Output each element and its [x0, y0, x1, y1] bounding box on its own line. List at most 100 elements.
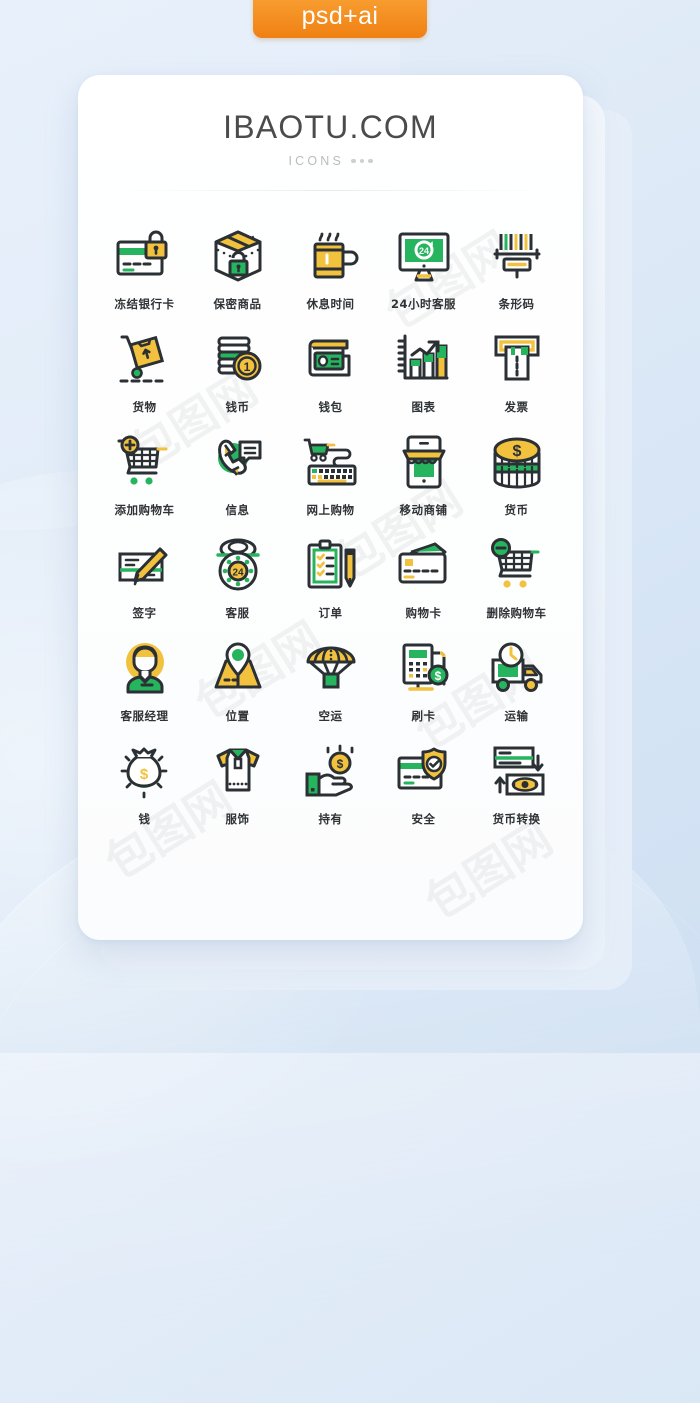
icon-cell-shopping-card[interactable]: 购物卡	[377, 534, 470, 621]
icon-cell-frozen-bank-card[interactable]: 冻结银行卡	[98, 225, 191, 312]
location-icon	[203, 637, 273, 699]
icon-cell-hold[interactable]: $ 持有	[284, 740, 377, 827]
currency-exchange-icon	[482, 740, 552, 802]
icon-label: 持有	[318, 812, 343, 826]
add-to-cart-icon	[110, 431, 180, 493]
icon-label: 货币转换	[492, 812, 541, 826]
icon-cell-currency-exchange[interactable]: 货币转换	[470, 740, 563, 827]
icon-label: 钱包	[318, 400, 343, 414]
svg-text:$: $	[336, 757, 343, 771]
hold-icon: $	[296, 740, 366, 802]
icon-cell-chart[interactable]: 图表	[377, 328, 470, 415]
card-swipe-icon: $	[389, 637, 459, 699]
psd-ai-badge: psd+ai	[253, 0, 427, 38]
card-subtitle-text: ICONS	[288, 154, 345, 168]
icon-label: 货物	[132, 400, 157, 414]
message-icon	[203, 431, 273, 493]
shopping-card-icon	[389, 534, 459, 596]
icon-cell-money[interactable]: $ 钱	[98, 740, 191, 827]
service-manager-icon	[110, 637, 180, 699]
card-header: IBAOTU.COM ICONS	[78, 75, 583, 191]
icon-grid: 冻结银行卡 保密商品 休息时间 24 24小时客服 条形码 货物 1 钱币 钱包…	[98, 225, 563, 827]
svg-text:$: $	[139, 766, 148, 783]
icon-cell-order[interactable]: 订单	[284, 534, 377, 621]
icon-cell-coins[interactable]: 1 钱币	[191, 328, 284, 415]
icon-cell-card-swipe[interactable]: $ 刷卡	[377, 637, 470, 724]
24h-service-icon: 24	[389, 225, 459, 287]
icon-cell-break-time[interactable]: 休息时间	[284, 225, 377, 312]
icon-cell-mobile-shop[interactable]: 移动商铺	[377, 431, 470, 518]
icon-cell-invoice[interactable]: 发票	[470, 328, 563, 415]
currency-icon: $	[482, 431, 552, 493]
brand-title: IBAOTU.COM	[223, 109, 438, 145]
icon-cell-currency[interactable]: $ 货币	[470, 431, 563, 518]
icon-cell-add-to-cart[interactable]: 添加购物车	[98, 431, 191, 518]
icon-cell-wallet[interactable]: 钱包	[284, 328, 377, 415]
icon-label: 保密商品	[213, 297, 262, 311]
icon-label: 货币	[504, 503, 529, 517]
icon-cell-barcode[interactable]: 条形码	[470, 225, 563, 312]
svg-text:$: $	[434, 669, 441, 683]
icon-cell-message[interactable]: 信息	[191, 431, 284, 518]
icon-label: 安全	[411, 812, 436, 826]
icon-label: 信息	[225, 503, 250, 517]
icon-cell-cargo[interactable]: 货物	[98, 328, 191, 415]
icon-cell-security[interactable]: 安全	[377, 740, 470, 827]
icon-cell-service-manager[interactable]: 客服经理	[98, 637, 191, 724]
money-icon: $	[110, 740, 180, 802]
icon-cell-signature[interactable]: 签字	[98, 534, 191, 621]
apparel-icon	[203, 740, 273, 802]
icon-label: 购物卡	[405, 606, 442, 620]
frozen-bank-card-icon	[110, 225, 180, 287]
order-icon	[296, 534, 366, 596]
icon-label: 订单	[318, 606, 343, 620]
coins-icon: 1	[203, 328, 273, 390]
wallet-icon	[296, 328, 366, 390]
icon-cell-online-shopping[interactable]: 网上购物	[284, 431, 377, 518]
icon-label: 24小时客服	[390, 297, 456, 311]
customer-service-icon: 24	[203, 534, 273, 596]
svg-text:24: 24	[232, 568, 244, 579]
icon-label: 客服经理	[120, 709, 169, 723]
icon-cell-remove-from-cart[interactable]: 删除购物车	[470, 534, 563, 621]
icon-label: 删除购物车	[486, 606, 547, 620]
icon-label: 签字	[132, 606, 157, 620]
icon-label: 客服	[225, 606, 250, 620]
icon-label: 休息时间	[306, 297, 355, 311]
security-icon	[389, 740, 459, 802]
icon-label: 钱币	[225, 400, 250, 414]
icon-label: 刷卡	[411, 709, 436, 723]
icon-cell-customer-service[interactable]: 24 客服	[191, 534, 284, 621]
chart-icon	[389, 328, 459, 390]
svg-text:24: 24	[418, 246, 428, 256]
icon-label: 发票	[504, 400, 529, 414]
transport-icon	[482, 637, 552, 699]
icon-cell-24h-service[interactable]: 24 24小时客服	[377, 225, 470, 312]
psd-ai-badge-label: psd+ai	[301, 2, 379, 30]
icon-label: 移动商铺	[399, 503, 448, 517]
svg-text:$: $	[512, 443, 521, 460]
signature-icon	[110, 534, 180, 596]
icon-cell-transport[interactable]: 运输	[470, 637, 563, 724]
cargo-icon	[110, 328, 180, 390]
break-time-icon	[296, 225, 366, 287]
icon-label: 服饰	[225, 812, 250, 826]
icon-label: 位置	[225, 709, 250, 723]
icon-label: 钱	[138, 812, 151, 826]
icon-cell-location[interactable]: 位置	[191, 637, 284, 724]
secure-package-icon	[203, 225, 273, 287]
air-freight-icon	[296, 637, 366, 699]
remove-from-cart-icon	[482, 534, 552, 596]
card-subtitle: ICONS	[78, 154, 583, 168]
icon-label: 空运	[318, 709, 343, 723]
svg-text:1: 1	[243, 360, 250, 374]
online-shopping-icon	[296, 431, 366, 493]
icon-label: 冻结银行卡	[114, 297, 175, 311]
barcode-icon	[482, 225, 552, 287]
icon-cell-apparel[interactable]: 服饰	[191, 740, 284, 827]
icon-cell-secure-package[interactable]: 保密商品	[191, 225, 284, 312]
icon-sheet-card: IBAOTU.COM ICONS 包图网 包图网 包图网 包图网 包图网 包图网…	[78, 75, 583, 940]
icon-label: 条形码	[498, 297, 535, 311]
icon-label: 运输	[504, 709, 529, 723]
icon-cell-air-freight[interactable]: 空运	[284, 637, 377, 724]
